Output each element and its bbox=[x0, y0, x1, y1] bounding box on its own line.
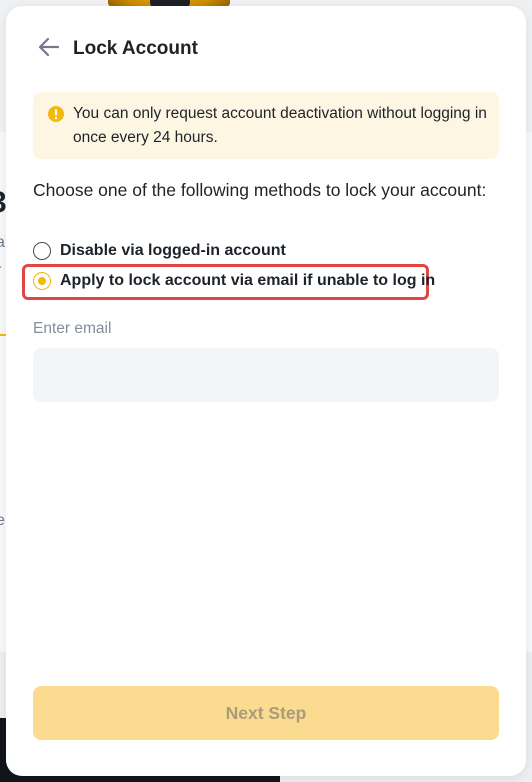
option-label: Apply to lock account via email if unabl… bbox=[60, 272, 436, 289]
next-step-button[interactable]: Next Step bbox=[33, 686, 499, 740]
back-button[interactable] bbox=[36, 36, 62, 62]
background-text-fragment: r bbox=[0, 262, 1, 280]
option-lock-via-email[interactable]: Apply to lock account via email if unabl… bbox=[33, 272, 435, 290]
lock-account-modal: Lock Account You can only request accoun… bbox=[6, 6, 526, 776]
background-text-fragment: e bbox=[0, 512, 5, 529]
alert-circle-icon bbox=[47, 105, 65, 123]
email-field-label: Enter email bbox=[33, 320, 112, 337]
email-field[interactable] bbox=[33, 348, 499, 402]
arrow-left-icon bbox=[38, 37, 60, 62]
page-title: Lock Account bbox=[73, 38, 198, 59]
option-disable-logged-in[interactable]: Disable via logged-in account bbox=[33, 242, 286, 260]
notice-banner: You can only request account deactivatio… bbox=[33, 92, 499, 159]
radio-button[interactable] bbox=[33, 242, 51, 260]
instruction-text: Choose one of the following methods to l… bbox=[33, 180, 487, 200]
option-label: Disable via logged-in account bbox=[60, 242, 286, 259]
radio-button-selected[interactable] bbox=[33, 272, 51, 290]
background-text-fragment: a bbox=[0, 234, 5, 251]
modal-header: Lock Account bbox=[36, 36, 198, 62]
notice-text: You can only request account deactivatio… bbox=[73, 105, 487, 146]
